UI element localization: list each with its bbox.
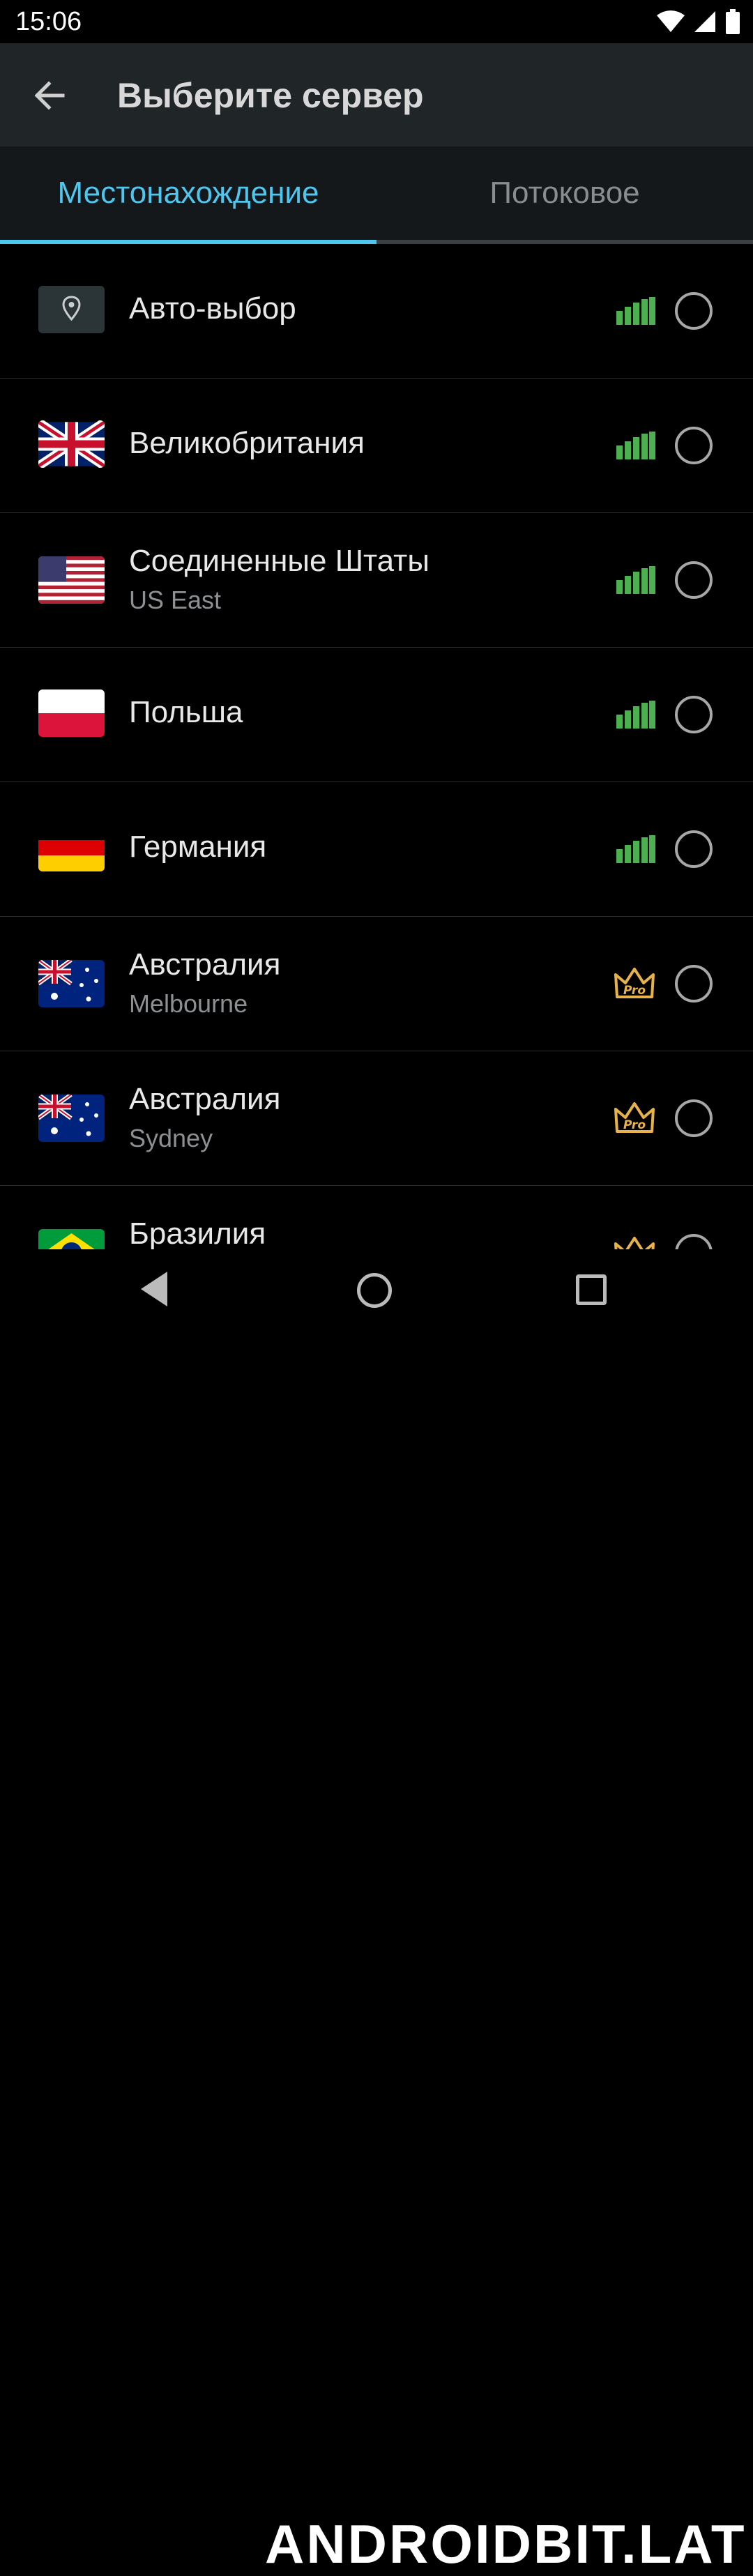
server-row-australia-sydney[interactable]: Австралия Sydney Pro — [0, 1051, 753, 1186]
server-name: Авто-выбор — [129, 291, 296, 326]
server-name: Польша — [129, 695, 243, 729]
server-row-australia-melbourne[interactable]: Австралия Melbourne Pro — [0, 917, 753, 1051]
radio-button[interactable] — [675, 696, 713, 733]
server-row-germany[interactable]: Германия — [0, 782, 753, 917]
tab-location[interactable]: Местонахождение — [0, 146, 376, 240]
nav-home-icon[interactable] — [357, 1273, 392, 1308]
battery-icon — [726, 9, 740, 34]
pro-crown-icon: Pro — [614, 968, 655, 998]
nav-recents-icon[interactable] — [576, 1274, 607, 1305]
australia-flag-icon — [38, 960, 105, 1007]
radio-button[interactable] — [675, 830, 713, 868]
poland-flag-icon — [38, 689, 105, 737]
uk-flag-icon — [38, 420, 105, 468]
server-name: Соединенные Штаты — [129, 544, 429, 578]
back-arrow-icon[interactable] — [28, 74, 71, 117]
server-location: US East — [129, 586, 222, 614]
tab-streaming[interactable]: Потоковое — [376, 146, 753, 240]
signal-strength-icon — [616, 835, 655, 863]
watermark: ANDROIDBIT.LAT — [265, 2513, 747, 2575]
radio-button[interactable] — [675, 561, 713, 599]
signal-strength-icon — [616, 297, 655, 325]
tab-bar: Местонахождение Потоковое — [0, 146, 753, 244]
brazil-flag-icon — [38, 1229, 105, 1249]
server-name: Германия — [129, 830, 267, 864]
germany-flag-icon — [38, 824, 105, 871]
server-name: Бразилия — [129, 1217, 266, 1249]
pro-crown-icon — [614, 1237, 655, 1249]
signal-strength-icon — [616, 432, 655, 459]
server-name: Австралия — [129, 1082, 281, 1116]
system-nav-bar: ANDROIDBIT.LAT — [0, 1249, 753, 2575]
pro-label: Pro — [623, 1118, 646, 1132]
nav-back-icon[interactable] — [138, 1270, 170, 1308]
signal-strength-icon — [616, 701, 655, 729]
wifi-icon — [657, 10, 685, 32]
server-name: Великобритания — [129, 426, 365, 460]
server-row-poland[interactable]: Польша — [0, 648, 753, 782]
server-name: Австралия — [129, 947, 281, 982]
status-icons — [657, 8, 740, 35]
status-bar: 15:06 — [0, 0, 753, 43]
server-row-us[interactable]: Соединенные Штаты US East — [0, 513, 753, 648]
signal-strength-icon — [616, 566, 655, 594]
server-row-auto[interactable]: Авто-выбор — [0, 244, 753, 379]
pro-crown-icon: Pro — [614, 1102, 655, 1133]
radio-button[interactable] — [675, 427, 713, 464]
server-row-brazil[interactable]: Бразилия — [0, 1186, 753, 1249]
server-row-uk[interactable]: Великобритания — [0, 379, 753, 513]
radio-button[interactable] — [675, 1099, 713, 1137]
us-flag-icon — [38, 556, 105, 604]
server-list: Авто-выбор Великобритания Соединенные Шт… — [0, 244, 753, 1249]
location-icon — [38, 286, 105, 333]
cell-signal-icon — [694, 11, 715, 32]
radio-button[interactable] — [675, 292, 713, 330]
australia-flag-icon — [38, 1095, 105, 1142]
status-time: 15:06 — [15, 7, 82, 36]
app-bar: Выберите сервер — [0, 43, 753, 146]
pro-label: Pro — [623, 984, 646, 998]
page-title: Выберите сервер — [117, 76, 424, 115]
radio-button[interactable] — [675, 965, 713, 1003]
radio-button[interactable] — [675, 1234, 713, 1249]
server-location: Sydney — [129, 1124, 213, 1152]
server-location: Melbourne — [129, 989, 248, 1018]
